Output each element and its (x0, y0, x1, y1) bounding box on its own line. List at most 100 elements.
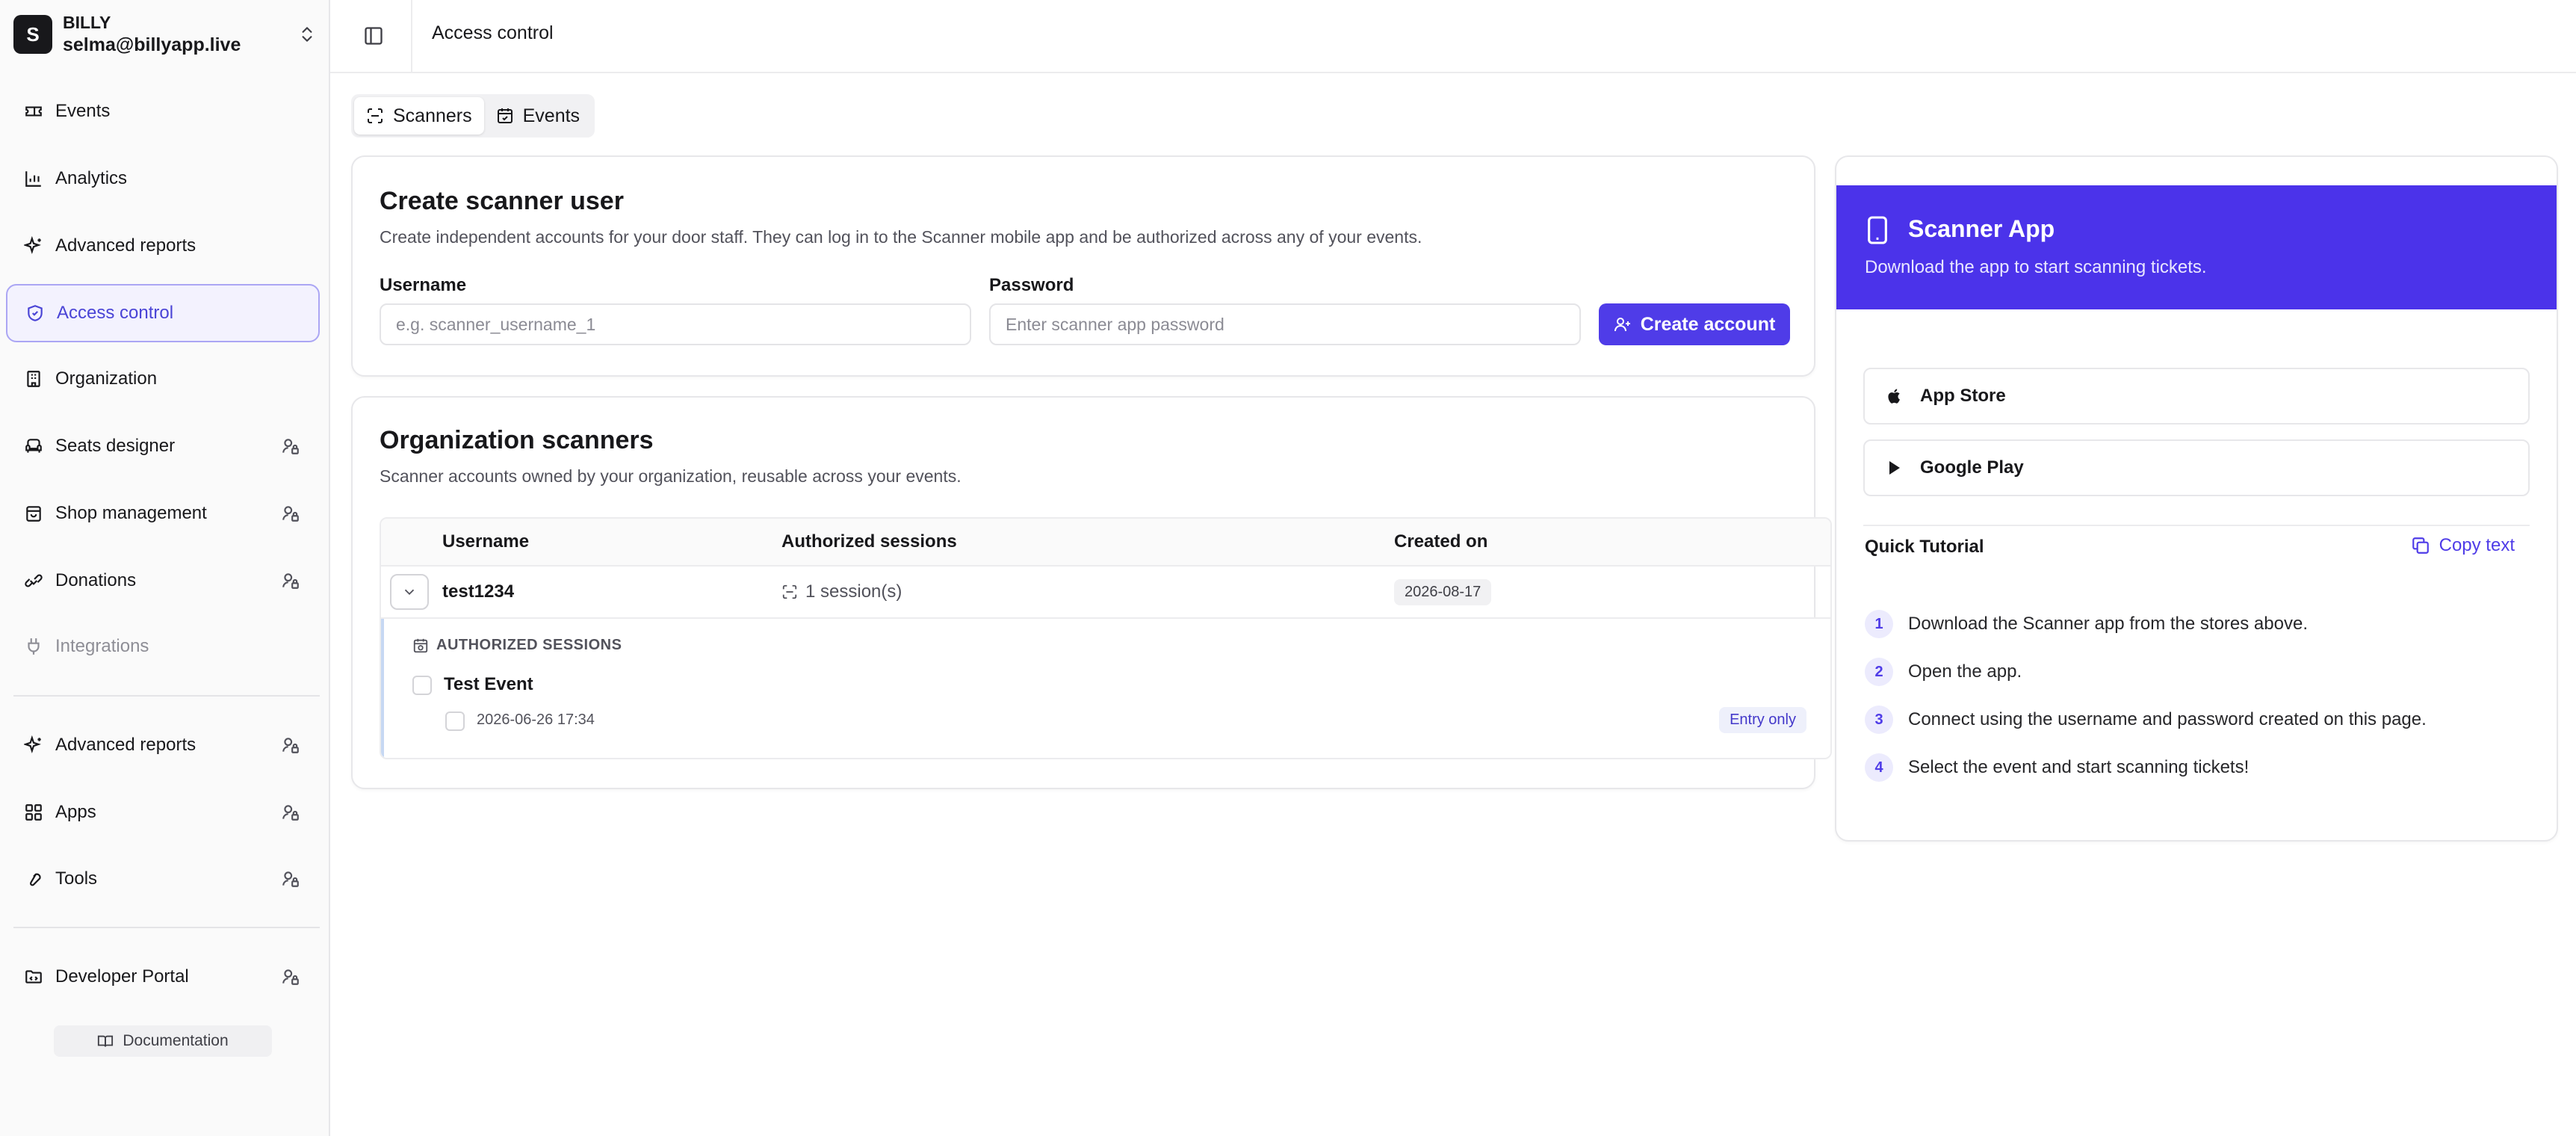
sidebar-item-events[interactable]: Events (6, 82, 320, 141)
org-switcher[interactable]: S BILLY selma@billyapp.live (13, 10, 317, 58)
step-text: Download the Scanner app from the stores… (1908, 614, 2308, 634)
sidebar-item-label: Apps (55, 802, 96, 822)
org-avatar: S (13, 15, 52, 54)
chevrons-up-down-icon (302, 27, 312, 42)
tab-label: Events (522, 105, 580, 126)
quick-tutorial-title: Quick Tutorial (1865, 537, 1984, 557)
event-checkbox[interactable] (412, 676, 432, 695)
sparkles-icon (24, 735, 43, 755)
column-created-on: Created on (1394, 531, 1488, 552)
sidebar-item-organization[interactable]: Organization (6, 350, 320, 408)
sidebar-item-label: Advanced reports (55, 735, 196, 755)
authorized-sessions-heading: AUTHORIZED SESSIONS (412, 637, 622, 654)
app-store-label: App Store (1920, 386, 2006, 406)
user-lock-icon (282, 573, 299, 589)
user-plus-icon (1614, 318, 1630, 332)
session-checkbox[interactable] (445, 711, 465, 731)
sidebar-item-advanced-reports-2[interactable]: Advanced reports (6, 716, 320, 774)
app-card-divider (1863, 525, 2530, 526)
sessions-count: 1 session(s) (781, 567, 902, 617)
tab-events[interactable]: Events (484, 97, 592, 135)
authorized-sessions-panel: AUTHORIZED SESSIONS Test Event 2026-06-2… (381, 619, 1830, 758)
play-store-icon (1889, 461, 1900, 475)
sidebar-item-label: Events (55, 101, 111, 121)
tab-scanners[interactable]: Scanners (354, 97, 484, 135)
copy-text-button[interactable]: Copy text (2411, 535, 2515, 556)
google-play-button[interactable]: Google Play (1863, 439, 2530, 496)
step-number: 4 (1865, 753, 1893, 782)
sessions-text: 1 session(s) (805, 581, 902, 602)
sidebar-item-developer-portal[interactable]: Developer Portal (6, 948, 320, 1006)
column-authorized-sessions: Authorized sessions (781, 531, 957, 552)
copy-text-label: Copy text (2439, 535, 2515, 555)
step-number: 3 (1865, 706, 1893, 734)
sidebar-item-advanced-reports[interactable]: Advanced reports (6, 217, 320, 275)
create-account-button[interactable]: Create account (1599, 303, 1790, 345)
calendar-check-icon (497, 108, 513, 123)
sidebar-item-label: Advanced reports (55, 235, 196, 256)
sidebar-item-label: Access control (57, 303, 174, 323)
book-open-icon (98, 1035, 114, 1047)
panel-left-icon[interactable] (363, 25, 384, 46)
breadcrumb: Access control (432, 22, 554, 43)
created-date-badge: 2026-08-17 (1394, 578, 1492, 605)
documentation-button[interactable]: Documentation (54, 1025, 272, 1057)
sidebar-divider (13, 695, 320, 697)
plug-icon (24, 637, 43, 656)
sidebar-item-donations[interactable]: Donations (6, 552, 320, 610)
user-lock-icon (282, 439, 299, 454)
section-label-text: AUTHORIZED SESSIONS (436, 637, 622, 653)
sidebar-item-label: Analytics (55, 168, 128, 188)
sidebar-item-label: Seats designer (55, 436, 176, 456)
scanners-title: Organization scanners (380, 426, 654, 454)
sidebar-item-access-control[interactable]: Access control (6, 284, 320, 342)
username-input[interactable] (380, 303, 971, 345)
wrench-icon (24, 869, 43, 889)
google-play-label: Google Play (1920, 457, 2024, 478)
scan-icon (782, 584, 797, 599)
sidebar-item-label: Donations (55, 570, 137, 590)
sidebar-item-apps[interactable]: Apps (6, 783, 320, 842)
sidebar-item-analytics[interactable]: Analytics (6, 149, 320, 208)
create-description: Create independent accounts for your doo… (380, 227, 1422, 247)
user-lock-icon (282, 738, 299, 753)
scan-icon (368, 108, 383, 123)
ticket-icon (24, 102, 43, 121)
user-lock-icon (282, 805, 299, 821)
scanner-app-subtitle: Download the app to start scanning ticke… (1865, 257, 2207, 277)
create-title: Create scanner user (380, 187, 624, 215)
calendar-clock-icon (413, 638, 428, 652)
chevron-down-icon (404, 589, 415, 596)
step-number: 2 (1865, 658, 1893, 686)
created-on-cell: 2026-08-17 (1394, 567, 1492, 617)
tutorial-step: 2 Open the app. (1865, 658, 2022, 686)
step-text: Open the app. (1908, 661, 2022, 682)
smartphone-icon (1868, 216, 1887, 244)
user-lock-icon (282, 969, 299, 985)
sidebar-item-seats-designer[interactable]: Seats designer (6, 417, 320, 475)
user-lock-icon (282, 871, 299, 887)
shield-check-icon (25, 303, 45, 323)
sidebar: S BILLY selma@billyapp.live Events Analy… (0, 0, 330, 1136)
org-email: selma@billyapp.live (63, 34, 241, 55)
scanner-app-banner: Scanner App Download the app to start sc… (1836, 185, 2557, 309)
tutorial-step: 1 Download the Scanner app from the stor… (1865, 610, 2308, 638)
apps-grid-icon (24, 803, 43, 822)
app-store-button[interactable]: App Store (1863, 368, 2530, 425)
sidebar-item-shop-management[interactable]: Shop management (6, 484, 320, 543)
step-number: 1 (1865, 610, 1893, 638)
step-text: Select the event and start scanning tick… (1908, 757, 2250, 777)
expand-row-button[interactable] (390, 574, 429, 610)
apple-icon (1888, 389, 1900, 404)
sidebar-item-label: Integrations (55, 636, 149, 656)
password-input[interactable] (989, 303, 1581, 345)
sidebar-item-label: Tools (55, 868, 98, 889)
tutorial-step: 4 Select the event and start scanning ti… (1865, 753, 2249, 782)
scanner-app-card: Scanner App Download the app to start sc… (1835, 155, 2558, 842)
sidebar-item-integrations[interactable]: Integrations (6, 617, 320, 676)
armchair-icon (24, 436, 43, 456)
tab-label: Scanners (393, 105, 472, 126)
button-label: Create account (1640, 313, 1776, 335)
sidebar-item-tools[interactable]: Tools (6, 850, 320, 908)
sidebar-divider (13, 927, 320, 928)
